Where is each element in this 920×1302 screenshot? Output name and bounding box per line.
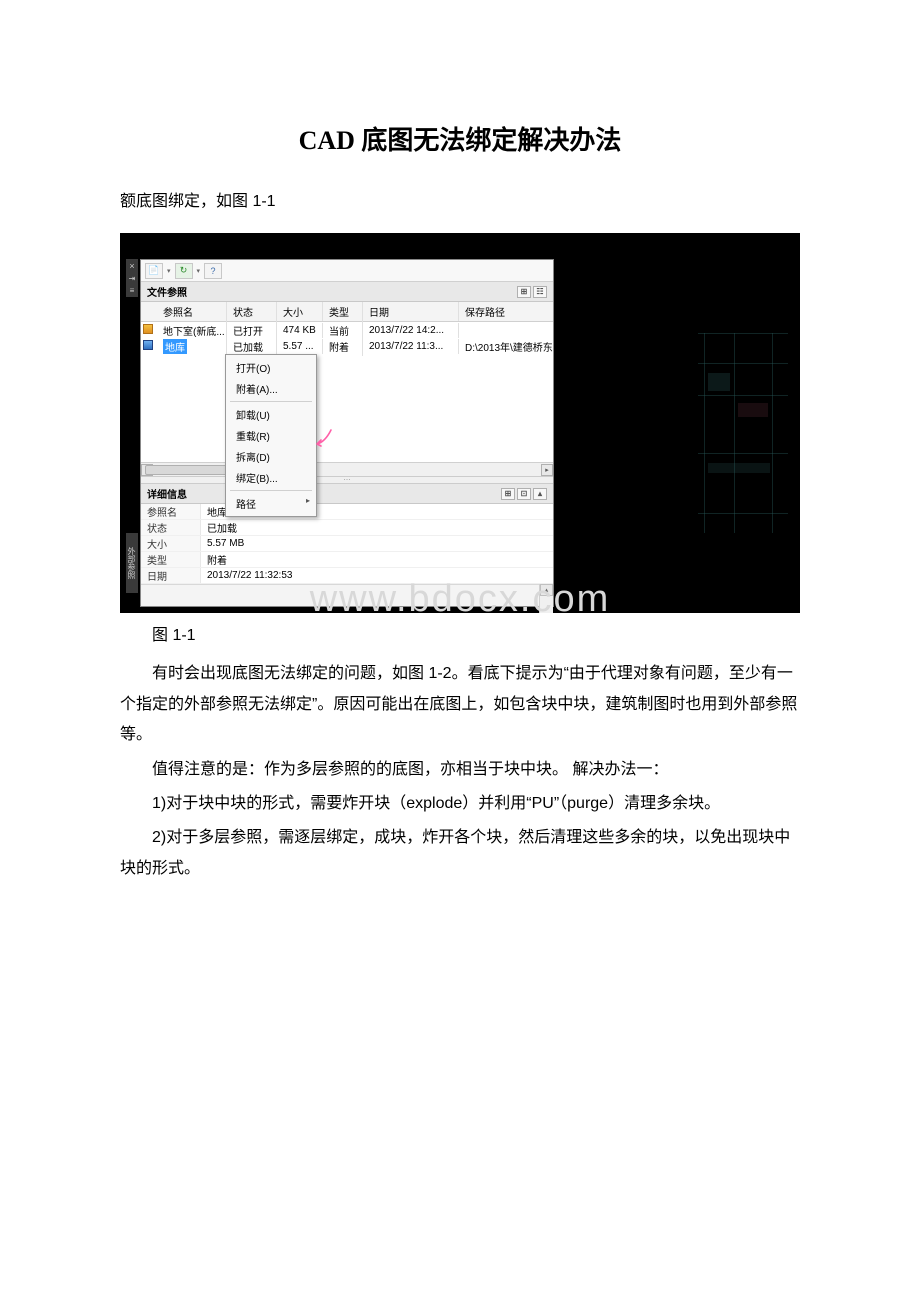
details-section-title: 详细信息 — [147, 486, 187, 501]
panel-splitter[interactable]: ⋯ — [141, 476, 553, 484]
body-paragraph: 值得注意的是：作为多层参照的的底图，亦相当于块中块。 解决办法一： — [120, 755, 800, 785]
detail-value-size: 5.57 MB — [201, 538, 553, 549]
row-size: 5.57 ... — [277, 339, 323, 354]
details-section-header: 详细信息 ⊞ ⊡ ▴ — [141, 484, 553, 504]
col-header-date[interactable]: 日期 — [363, 302, 459, 321]
detail-label-size: 大小 — [141, 536, 201, 551]
col-header-status[interactable]: 状态 — [227, 302, 277, 321]
xref-icon — [143, 340, 153, 350]
detail-label-type: 类型 — [141, 552, 201, 567]
list-view-button[interactable]: ⊞ — [517, 286, 531, 298]
detail-label-status: 状态 — [141, 520, 201, 535]
figure-1-1: × ⇥ ≡ 外部参照 📄 ▾ ↻ ▾ ? — [120, 233, 800, 613]
col-header-size[interactable]: 大小 — [277, 302, 323, 321]
cad-drawing-preview — [694, 333, 794, 553]
menu-reload[interactable]: 重载(R) — [226, 425, 316, 446]
col-header-path[interactable]: 保存路径 — [459, 302, 553, 321]
menu-attach[interactable]: 附着(A)... — [226, 378, 316, 399]
detail-label-name: 参照名 — [141, 504, 201, 519]
menu-icon[interactable]: ≡ — [126, 286, 138, 296]
annotation-arrow — [313, 428, 333, 448]
menu-path[interactable]: 路径 — [226, 493, 316, 514]
xref-table-header: 参照名 状态 大小 类型 日期 保存路径 — [141, 302, 553, 322]
figure-caption-1-1: 图 1-1 — [120, 621, 800, 645]
body-paragraph: 2)对于多层参照，需逐层绑定，成块，炸开各个块，然后清理这些多余的块，以免出现块… — [120, 823, 800, 884]
detail-row: 状态 已加载 — [141, 520, 553, 536]
autohide-icon[interactable]: ⇥ — [126, 274, 138, 284]
detail-value-type[interactable]: 附着 — [201, 552, 553, 567]
menu-separator — [230, 490, 312, 491]
col-header-type[interactable]: 类型 — [323, 302, 363, 321]
files-section-header: 文件参照 ⊞ ☷ — [141, 282, 553, 302]
row-date: 2013/7/22 11:3... — [363, 339, 459, 354]
dwg-icon: 📄 — [148, 265, 159, 276]
horizontal-scrollbar[interactable]: ◂ ▸ — [141, 462, 553, 476]
row-size: 474 KB — [277, 323, 323, 338]
palette-handle[interactable]: × ⇥ ≡ — [126, 259, 138, 297]
help-button[interactable]: ? — [204, 263, 222, 279]
row-date: 2013/7/22 14:2... — [363, 323, 459, 338]
tree-view-button[interactable]: ☷ — [533, 286, 547, 298]
scroll-right-button[interactable]: ▸ — [541, 464, 553, 476]
detail-value-status: 已加载 — [201, 520, 553, 535]
row-status: 已加载 — [227, 337, 277, 356]
detail-row: 类型 附着 — [141, 552, 553, 568]
menu-bind[interactable]: 绑定(B)... — [226, 467, 316, 488]
close-icon[interactable]: × — [126, 261, 138, 272]
doc-title: CAD 底图无法绑定解决办法 — [120, 120, 800, 157]
xref-palette: 📄 ▾ ↻ ▾ ? 文件参照 ⊞ ☷ — [140, 259, 554, 607]
details-grid: 参照名 地库 状态 已加载 大小 5.57 MB 类型 — [141, 504, 553, 584]
col-header-name[interactable]: 参照名 — [157, 302, 227, 321]
help-icon: ? — [211, 266, 216, 276]
body-paragraph: 有时会出现底图无法绑定的问题，如图 1-2。看底下提示为“由于代理对象有问题，至… — [120, 659, 800, 750]
intro-line: 额底图绑定，如图 1-1 — [120, 187, 800, 217]
row-type: 附着 — [323, 337, 363, 356]
watermark: www.bdocx.com — [120, 578, 800, 621]
details-collapse-button[interactable]: ▴ — [533, 488, 547, 500]
cad-canvas: × ⇥ ≡ 外部参照 📄 ▾ ↻ ▾ ? — [120, 233, 800, 613]
detail-row: 大小 5.57 MB — [141, 536, 553, 552]
table-row[interactable]: 地库 已加载 5.57 ... 附着 2013/7/22 11:3... D:\… — [141, 338, 553, 354]
menu-detach[interactable]: 拆离(D) — [226, 446, 316, 467]
xref-table-body: 地下室(新底... 已打开 474 KB 当前 2013/7/22 14:2..… — [141, 322, 553, 462]
attach-dwg-button[interactable]: 📄 — [145, 263, 163, 279]
row-name: 地库 — [163, 339, 187, 354]
refresh-icon: ↻ — [180, 265, 188, 276]
menu-unload[interactable]: 卸载(U) — [226, 404, 316, 425]
row-path: D:\2013年\建德桥东城市 — [459, 337, 553, 356]
details-view2-button[interactable]: ⊡ — [517, 488, 531, 500]
xref-table: 参照名 状态 大小 类型 日期 保存路径 地下室(新底... 已打开 474 K… — [141, 302, 553, 476]
palette-toolbar: 📄 ▾ ↻ ▾ ? — [141, 260, 553, 282]
dwg-icon — [143, 324, 153, 334]
row-path — [459, 328, 553, 332]
menu-separator — [230, 401, 312, 402]
detail-row: 参照名 地库 — [141, 504, 553, 520]
menu-open[interactable]: 打开(O) — [226, 357, 316, 378]
body-paragraph: 1)对于块中块的形式，需要炸开块（explode）并利用“PU”（purge）清… — [120, 789, 800, 819]
context-menu: 打开(O) 附着(A)... 卸载(U) 重载(R) 拆离(D) 绑定(B)..… — [225, 354, 317, 517]
details-view1-button[interactable]: ⊞ — [501, 488, 515, 500]
refresh-button[interactable]: ↻ — [175, 263, 193, 279]
files-section-title: 文件参照 — [147, 284, 187, 299]
